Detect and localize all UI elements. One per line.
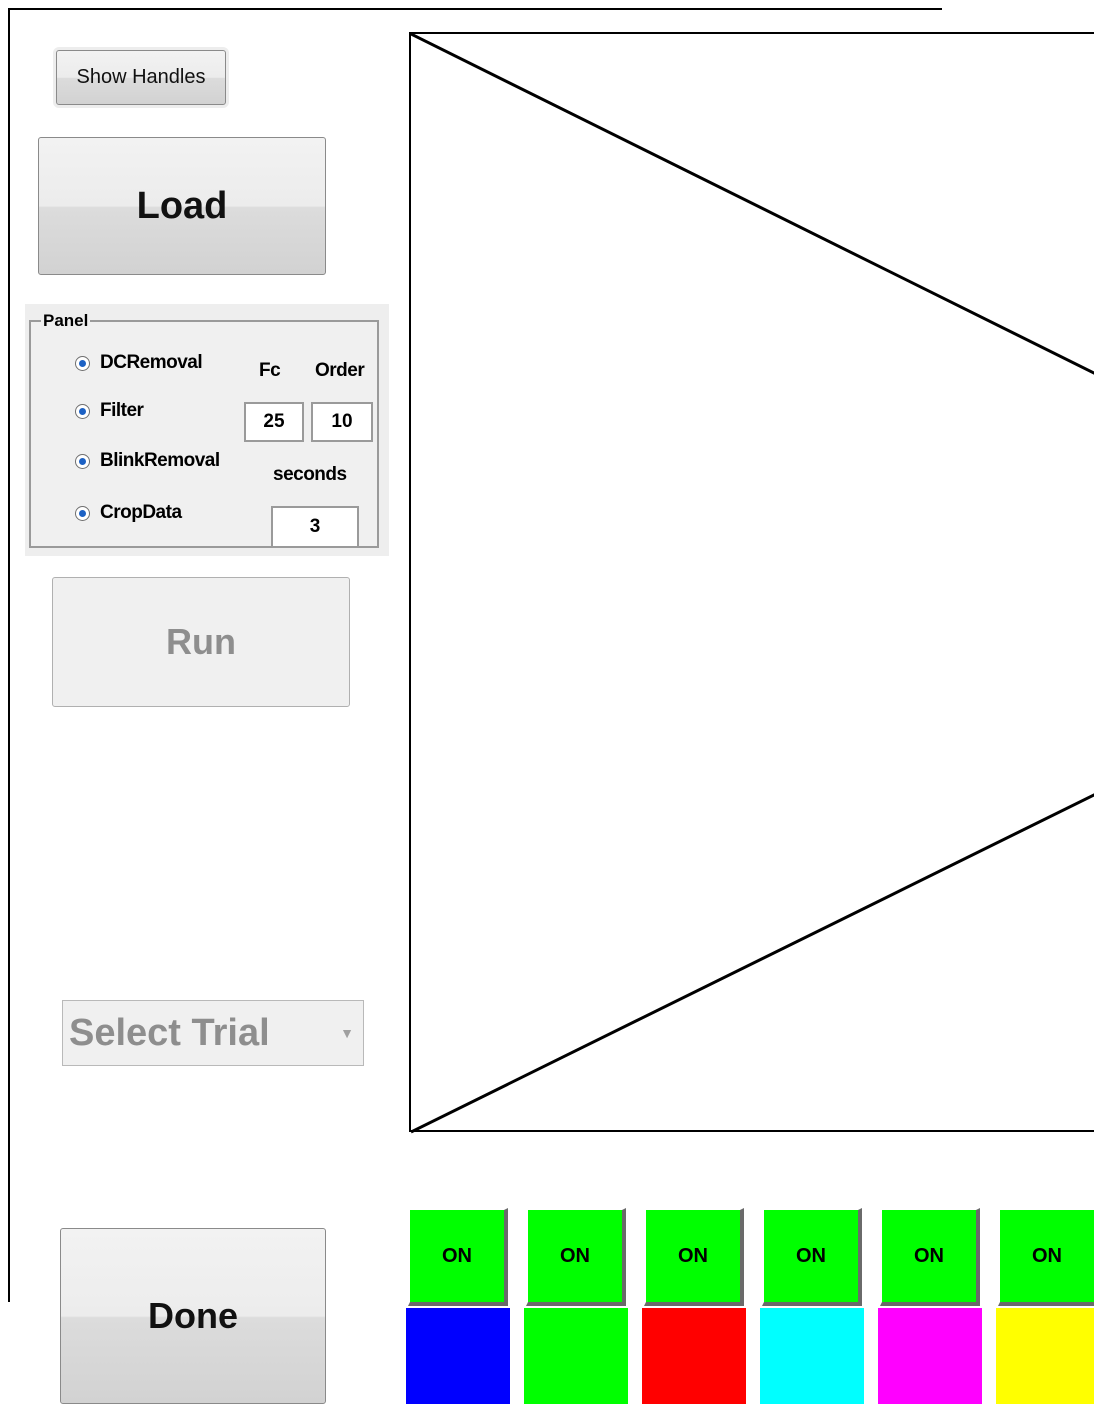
trial-select[interactable]: Select Trial ▼ xyxy=(62,1000,364,1066)
radio-button-icon[interactable] xyxy=(75,505,90,521)
panel-title: Panel xyxy=(41,311,91,330)
radio-label-dcremoval: DCRemoval xyxy=(100,352,203,373)
processing-panel: DCRemoval Filter BlinkRemoval CropData F… xyxy=(25,304,389,556)
panel-border: DCRemoval Filter BlinkRemoval CropData F… xyxy=(29,320,379,548)
radio-label-blinkremoval: BlinkRemoval xyxy=(100,450,220,471)
channel-1-toggle[interactable]: ON xyxy=(408,1208,508,1306)
radio-button-icon[interactable] xyxy=(75,403,90,419)
radio-button-icon[interactable] xyxy=(75,355,90,371)
plot-line-upper xyxy=(411,34,1094,375)
radio-label-cropdata: CropData xyxy=(100,502,182,523)
radio-label-filter: Filter xyxy=(100,400,144,421)
chevron-down-icon[interactable]: ▼ xyxy=(331,1025,363,1041)
radio-filter[interactable]: Filter xyxy=(75,400,144,422)
channel-2-color-swatch xyxy=(524,1308,628,1404)
channel-6-toggle[interactable]: ON xyxy=(998,1208,1094,1306)
channel-4-color-swatch xyxy=(760,1308,864,1404)
radio-button-icon[interactable] xyxy=(75,453,90,469)
channel-3-color-swatch xyxy=(642,1308,746,1404)
channel-1-color-swatch xyxy=(406,1308,510,1404)
seconds-label: seconds xyxy=(273,464,347,485)
channel-2-toggle[interactable]: ON xyxy=(526,1208,626,1306)
order-label: Order xyxy=(315,360,365,381)
channel-5-color-swatch xyxy=(878,1308,982,1404)
channel-6-color-swatch xyxy=(996,1308,1094,1404)
plot-axes xyxy=(409,32,1094,1134)
plot-canvas xyxy=(411,34,1094,1134)
channel-5-toggle[interactable]: ON xyxy=(880,1208,980,1306)
channel-4-toggle[interactable]: ON xyxy=(762,1208,862,1306)
seconds-input[interactable]: 3 xyxy=(271,506,359,548)
figure-frame-top xyxy=(10,8,942,10)
plot-line-lower xyxy=(411,793,1094,1134)
load-button[interactable]: Load xyxy=(38,137,326,275)
radio-dcremoval[interactable]: DCRemoval xyxy=(75,352,203,374)
figure-frame-left xyxy=(8,8,10,1302)
fc-input[interactable]: 25 xyxy=(244,402,304,442)
trial-select-value: Select Trial xyxy=(69,1011,270,1054)
show-handles-button[interactable]: Show Handles xyxy=(56,50,226,105)
radio-cropdata[interactable]: CropData xyxy=(75,502,182,524)
channel-3-toggle[interactable]: ON xyxy=(644,1208,744,1306)
run-button[interactable]: Run xyxy=(52,577,350,707)
order-input[interactable]: 10 xyxy=(311,402,373,442)
fc-label: Fc xyxy=(259,360,281,381)
radio-blinkremoval[interactable]: BlinkRemoval xyxy=(75,450,220,472)
done-button[interactable]: Done xyxy=(60,1228,326,1404)
